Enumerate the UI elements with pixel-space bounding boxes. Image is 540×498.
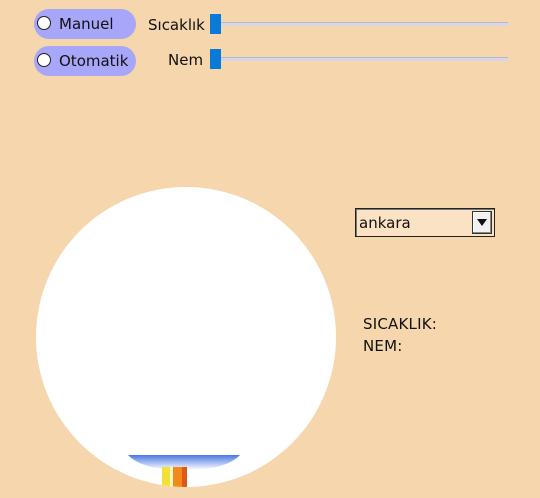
temperature-slider[interactable]: [210, 14, 508, 34]
weather-control-panel: Manuel Otomatik Sıcaklık Nem ankara SICA…: [0, 0, 540, 498]
auto-mode-radio[interactable]: Otomatik: [34, 46, 136, 76]
weather-display-circle: [36, 187, 336, 487]
rain-stripe-light: [170, 467, 173, 487]
temperature-readout: SICAKLIK:: [363, 315, 437, 333]
rain-stripe-orange: [173, 467, 182, 487]
city-select[interactable]: ankara: [355, 208, 495, 237]
city-select-value: ankara: [359, 214, 411, 232]
humidity-slider-thumb[interactable]: [210, 49, 221, 69]
radio-circle-icon[interactable]: [37, 53, 51, 67]
humidity-readout: NEM:: [363, 337, 403, 355]
rain-stripe-yellow: [162, 467, 170, 487]
manual-mode-radio[interactable]: Manuel: [34, 9, 136, 39]
auto-mode-label: Otomatik: [59, 52, 129, 70]
radio-circle-icon[interactable]: [37, 16, 51, 30]
manual-mode-label: Manuel: [59, 15, 114, 33]
rain-stripe-red: [182, 467, 187, 487]
temperature-slider-thumb[interactable]: [210, 14, 221, 34]
humidity-slider-label: Nem: [168, 51, 204, 69]
temperature-slider-label: Sıcaklık: [148, 16, 205, 34]
humidity-slider[interactable]: [210, 49, 508, 69]
weather-illustration: [128, 455, 240, 487]
chevron-down-icon[interactable]: [472, 211, 492, 234]
